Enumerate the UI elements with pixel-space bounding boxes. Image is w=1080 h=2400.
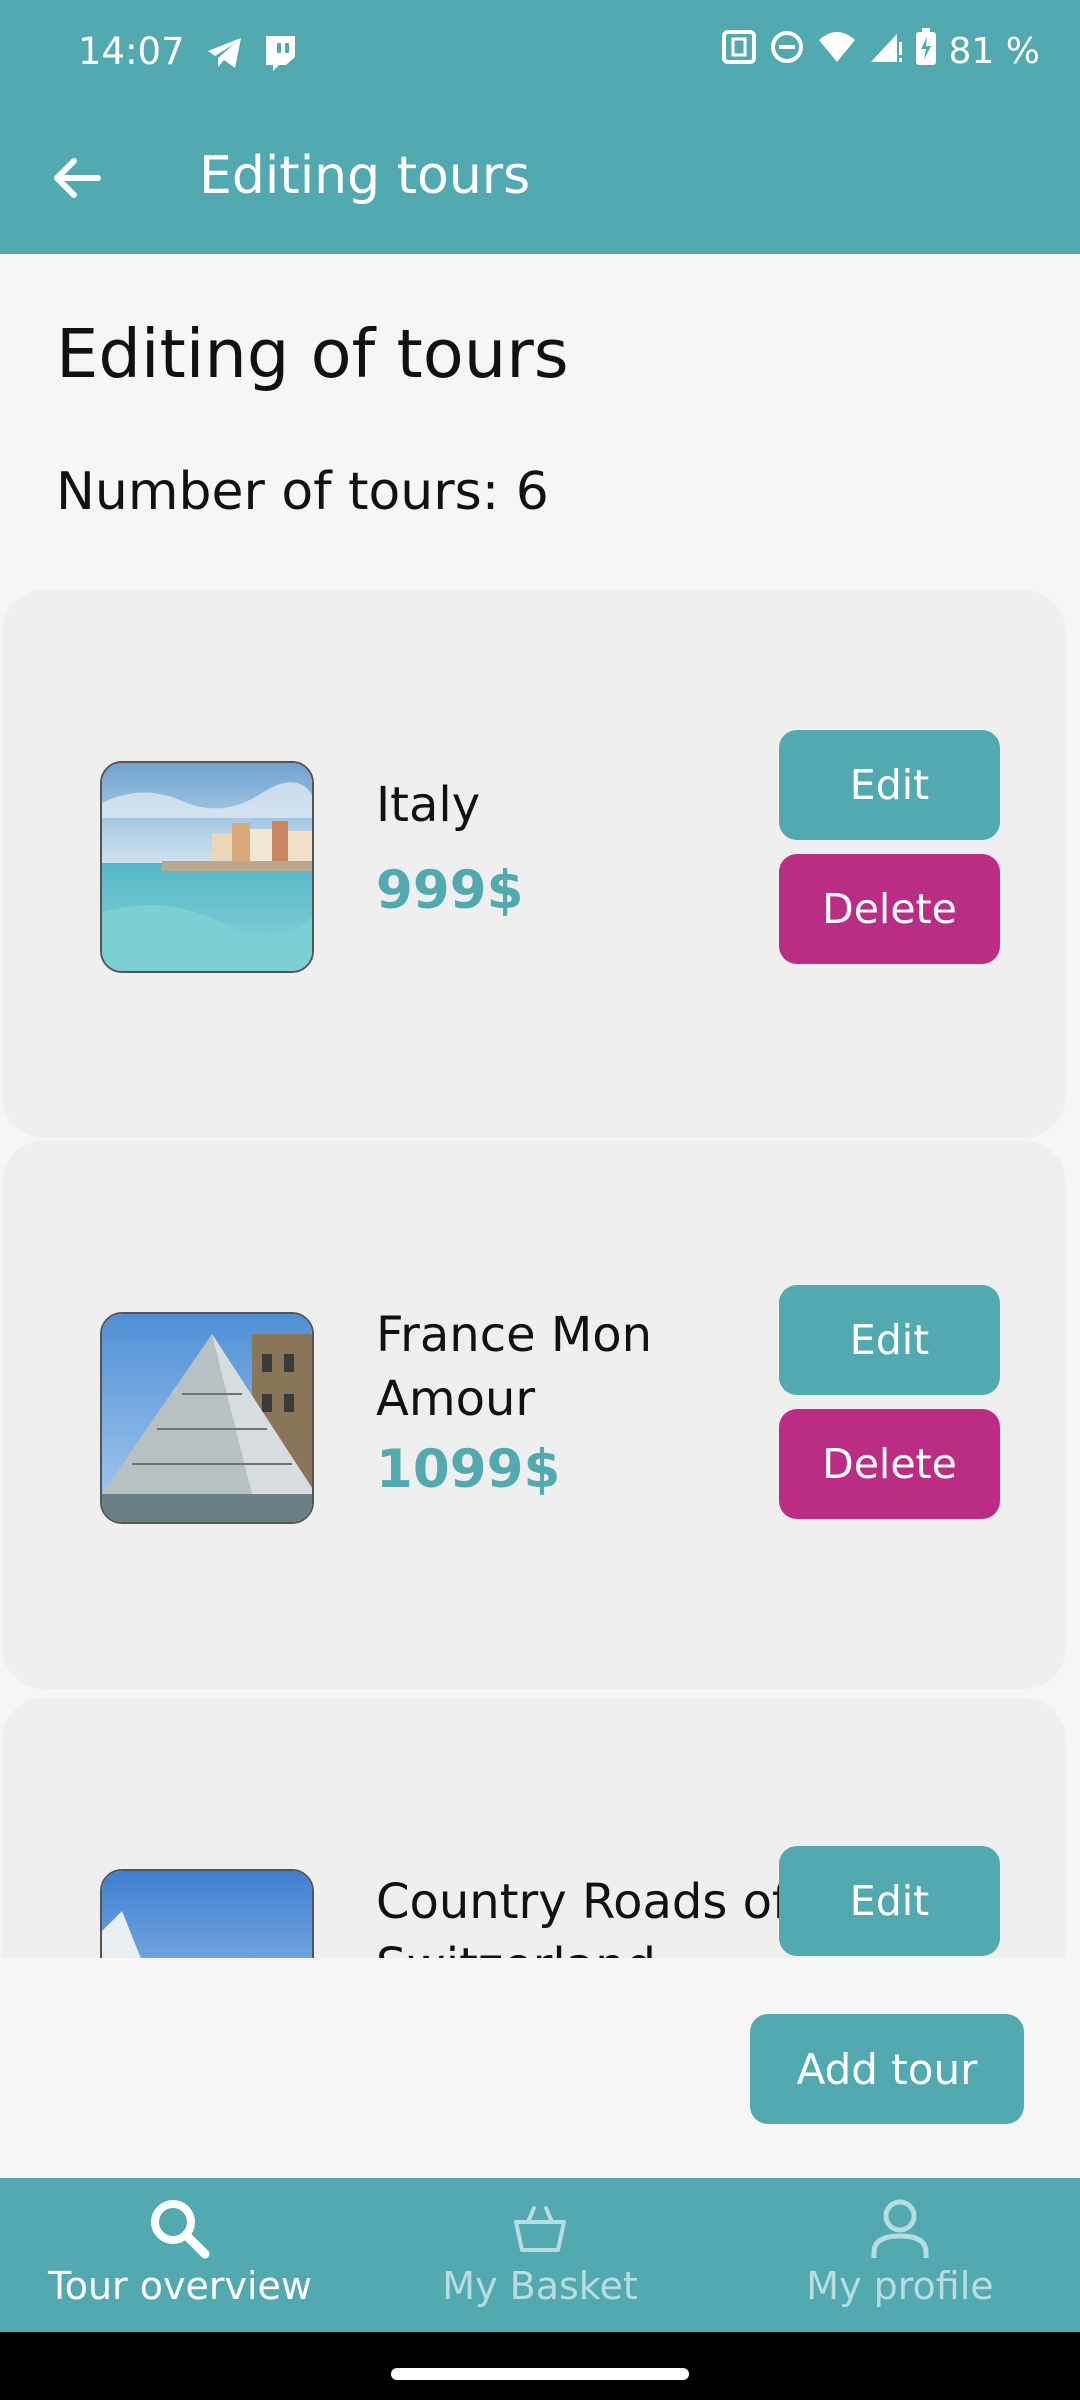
nav-label: Tour overview	[47, 2264, 313, 2308]
tour-image-france	[100, 1312, 314, 1524]
battery-level: 81 %	[948, 31, 1040, 72]
edit-button[interactable]: Edit	[779, 1285, 1000, 1395]
search-icon	[145, 2196, 215, 2260]
nav-my-profile[interactable]: My profile	[760, 2178, 1040, 2332]
battery-icon	[915, 28, 937, 75]
delete-button[interactable]: Delete	[779, 854, 1000, 964]
bottom-navigation: Tour overview My Basket My profile	[0, 2178, 1080, 2332]
tour-image-switzerland	[100, 1869, 314, 1958]
tour-list[interactable]: Italy 999$ Edit Delete France Mon Amour …	[0, 588, 1080, 1958]
tour-name: Country Roads of Switzerland	[376, 1874, 789, 1958]
signal-icon	[869, 30, 903, 73]
edit-button[interactable]: Edit	[779, 1846, 1000, 1956]
page-title: Editing of tours	[56, 315, 569, 393]
edit-button[interactable]: Edit	[779, 730, 1000, 840]
basket-icon	[510, 2200, 570, 2260]
nav-label: My profile	[806, 2264, 994, 2308]
tour-card: Country Roads of Switzerland Edit	[2, 1698, 1066, 1958]
dnd-icon	[769, 29, 805, 74]
status-time: 14:07	[78, 30, 185, 73]
wifi-icon	[817, 30, 857, 73]
add-tour-button[interactable]: Add tour	[750, 2014, 1024, 2124]
twitch-icon	[262, 34, 298, 76]
tour-price: 999$	[376, 860, 524, 921]
tour-name: Italy	[376, 777, 481, 833]
tour-image-italy	[100, 761, 314, 973]
app-bar: Editing tours	[0, 110, 1080, 254]
tour-card: Italy 999$ Edit Delete	[2, 590, 1066, 1138]
delete-button[interactable]: Delete	[779, 1409, 1000, 1519]
back-arrow-icon[interactable]	[48, 150, 104, 210]
tour-name: France Mon Amour	[376, 1307, 653, 1427]
gesture-handle[interactable]	[391, 2368, 689, 2380]
tour-count: Number of tours: 6	[56, 462, 549, 522]
tour-price: 1099$	[376, 1439, 561, 1500]
status-bar: 14:07 81 %	[0, 0, 1080, 110]
nav-label: My Basket	[442, 2264, 638, 2308]
nav-tour-overview[interactable]: Tour overview	[40, 2178, 320, 2332]
nfc-icon	[721, 29, 757, 74]
system-navigation-area	[0, 2332, 1080, 2400]
profile-icon	[868, 2196, 932, 2260]
status-icons: 81 %	[721, 28, 1040, 75]
tour-card: France Mon Amour 1099$ Edit Delete	[2, 1141, 1066, 1689]
nav-my-basket[interactable]: My Basket	[400, 2178, 680, 2332]
app-bar-title: Editing tours	[199, 146, 531, 206]
telegram-icon	[206, 36, 244, 74]
